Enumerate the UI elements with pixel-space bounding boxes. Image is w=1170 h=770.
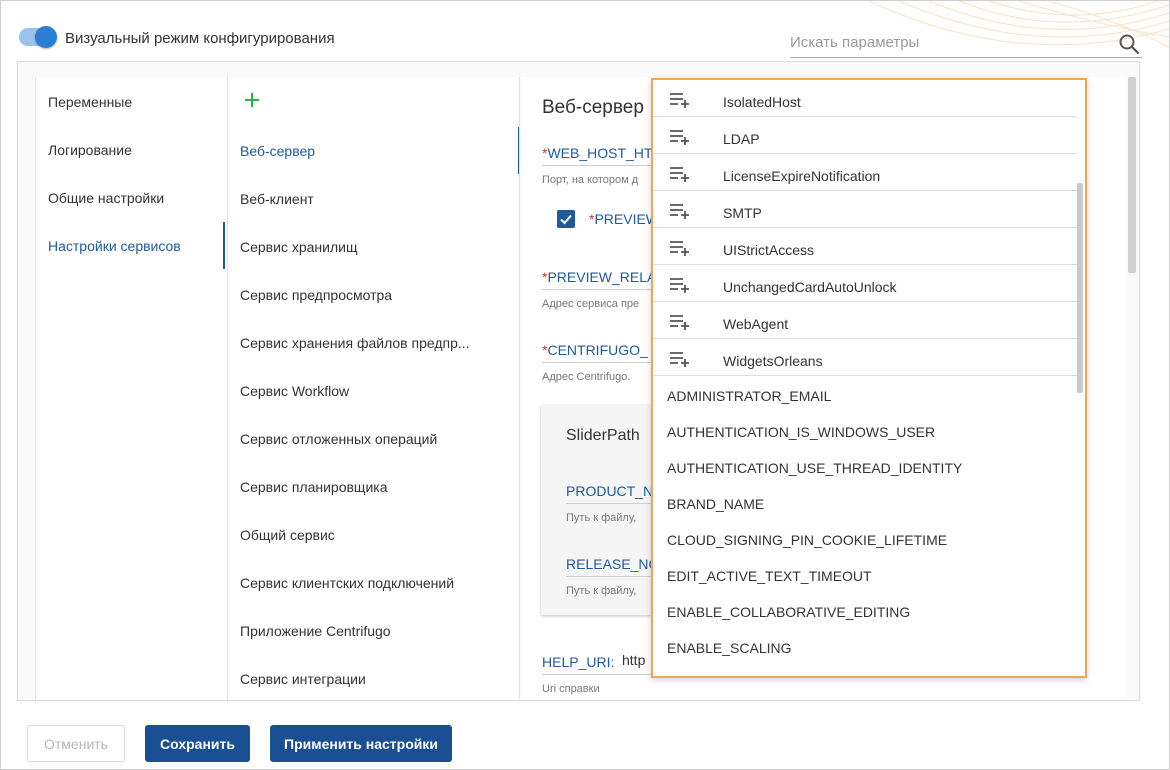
- dropdown-item-label: UnchangedCardAutoUnlock: [723, 279, 897, 295]
- service-item-client-connections[interactable]: Сервис клиентских подключений: [240, 575, 454, 591]
- param-description: Порт, на котором д: [542, 174, 639, 186]
- dropdown-item-label: UIStrictAccess: [723, 242, 815, 258]
- dropdown-param-item[interactable]: BRAND_NAME: [653, 486, 1077, 522]
- service-list: Веб-сервер Веб-клиент Сервис хранилищ Се…: [227, 77, 520, 699]
- search-field: [790, 28, 1142, 58]
- playlist-add-icon: [670, 167, 689, 182]
- playlist-add-icon: [670, 130, 689, 145]
- dropdown-param-item[interactable]: CLOUD_SIGNING_PIN_COOKIE_LIFETIME: [653, 522, 1077, 558]
- vertical-scrollbar[interactable]: [1128, 77, 1136, 273]
- dropdown-group-item[interactable]: SMTP: [653, 191, 1077, 228]
- active-indicator: [518, 127, 519, 174]
- search-input[interactable]: [790, 28, 1110, 56]
- dropdown-scrollbar[interactable]: [1077, 183, 1083, 393]
- dropdown-param-item[interactable]: ADMINISTRATOR_EMAIL: [653, 378, 1077, 414]
- visual-mode-label: Визуальный режим конфигурирования: [65, 30, 335, 47]
- playlist-add-icon: [670, 204, 689, 219]
- param-description: Адрес сервиса пре: [542, 298, 640, 310]
- parameter-dropdown: IsolatedHost LDAP LicenseExpireNotificat…: [651, 78, 1087, 678]
- dropdown-param-item[interactable]: AUTHENTICATION_IS_WINDOWS_USER: [653, 414, 1077, 450]
- param-release[interactable]: RELEASE_NO: [566, 556, 659, 572]
- category-item-services[interactable]: Настройки сервисов: [48, 238, 181, 254]
- playlist-add-icon: [670, 241, 689, 256]
- param-product[interactable]: PRODUCT_N: [566, 483, 653, 499]
- dropdown-item-label: LicenseExpireNotification: [723, 168, 881, 184]
- app-window: Визуальный режим конфигурирования Переме…: [0, 0, 1170, 770]
- card-title: SliderPath: [566, 427, 640, 444]
- service-item-preview[interactable]: Сервис предпросмотра: [240, 287, 392, 303]
- dropdown-item-label: ENABLE_SCALING: [667, 640, 792, 656]
- dropdown-param-item[interactable]: ENABLE_COLLABORATIVE_EDITING: [653, 594, 1077, 630]
- service-item-scheduler[interactable]: Сервис планировщика: [240, 479, 388, 495]
- param-preview[interactable]: *PREVIEW: [589, 211, 659, 227]
- dropdown-group-item[interactable]: UnchangedCardAutoUnlock: [653, 265, 1077, 302]
- dropdown-group-item[interactable]: IsolatedHost: [653, 80, 1077, 117]
- service-item-file-storage[interactable]: Сервис хранения файлов предпр...: [240, 335, 470, 351]
- preview-checkbox[interactable]: [557, 210, 575, 228]
- cancel-button[interactable]: Отменить: [27, 725, 125, 762]
- toggle-knob: [35, 26, 57, 48]
- category-list: Переменные Логирование Общие настройки Н…: [35, 77, 225, 699]
- section-title: Веб-сервер: [542, 97, 644, 118]
- dropdown-param-item[interactable]: ENABLE_SCALING: [653, 630, 1077, 666]
- add-icon[interactable]: [242, 90, 262, 110]
- dropdown-group-item[interactable]: LicenseExpireNotification: [653, 154, 1077, 191]
- param-description: Uri справки: [542, 683, 600, 695]
- apply-settings-button[interactable]: Применить настройки: [270, 725, 452, 762]
- playlist-add-icon: [670, 352, 689, 367]
- dropdown-item-label: ADMINISTRATOR_EMAIL: [667, 388, 832, 404]
- service-item-workflow[interactable]: Сервис Workflow: [240, 383, 349, 399]
- service-item-web-client[interactable]: Веб-клиент: [240, 191, 314, 207]
- dropdown-param-item[interactable]: EDIT_ACTIVE_TEXT_TIMEOUT: [653, 558, 1077, 594]
- dropdown-group-item[interactable]: WebAgent: [653, 302, 1077, 339]
- dropdown-item-label: ENABLE_COLLABORATIVE_EDITING: [667, 604, 911, 620]
- playlist-add-icon: [670, 93, 689, 108]
- service-item-integration[interactable]: Сервис интеграции: [240, 671, 366, 687]
- playlist-add-icon: [670, 278, 689, 293]
- param-help-uri[interactable]: HELP_URI:: [542, 654, 614, 670]
- param-description: Путь к файлу,: [566, 512, 637, 524]
- dropdown-item-label: AUTHENTICATION_IS_WINDOWS_USER: [667, 424, 936, 440]
- param-preview-relay[interactable]: *PREVIEW_RELA: [542, 269, 656, 285]
- dropdown-group-item[interactable]: LDAP: [653, 117, 1077, 154]
- category-item-logging[interactable]: Логирование: [48, 142, 132, 158]
- param-centrifugo[interactable]: *CENTRIFUGO_: [542, 342, 648, 358]
- service-item-deferred[interactable]: Сервис отложенных операций: [240, 431, 437, 447]
- save-button[interactable]: Сохранить: [145, 725, 250, 762]
- visual-mode-toggle[interactable]: [19, 26, 57, 48]
- playlist-add-icon: [670, 315, 689, 330]
- check-icon: [560, 214, 572, 225]
- dropdown-item-label: SMTP: [723, 205, 762, 221]
- service-item-common[interactable]: Общий сервис: [240, 527, 335, 543]
- search-icon[interactable]: [1118, 33, 1140, 55]
- service-item-centrifugo[interactable]: Приложение Centrifugo: [240, 623, 391, 639]
- dropdown-item-label: WidgetsOrleans: [723, 353, 823, 369]
- dropdown-item-label: WebAgent: [723, 316, 789, 332]
- service-item-web-server[interactable]: Веб-сервер: [240, 143, 315, 159]
- category-item-general[interactable]: Общие настройки: [48, 190, 164, 206]
- dropdown-item-label: EDIT_ACTIVE_TEXT_TIMEOUT: [667, 568, 872, 584]
- dropdown-group-item[interactable]: WidgetsOrleans: [653, 339, 1077, 376]
- dropdown-item-label: CLOUD_SIGNING_PIN_COOKIE_LIFETIME: [667, 532, 948, 548]
- param-description: Путь к файлу,: [566, 585, 637, 597]
- dropdown-param-item[interactable]: AUTHENTICATION_USE_THREAD_IDENTITY: [653, 450, 1077, 486]
- dropdown-group-item[interactable]: UIStrictAccess: [653, 228, 1077, 265]
- dropdown-item-label: IsolatedHost: [723, 94, 801, 110]
- dropdown-item-label: AUTHENTICATION_USE_THREAD_IDENTITY: [667, 460, 963, 476]
- service-item-storage[interactable]: Сервис хранилищ: [240, 239, 357, 255]
- dropdown-item-label: LDAP: [723, 131, 760, 147]
- param-web-host[interactable]: *WEB_HOST_HT: [542, 145, 652, 161]
- dropdown-item-label: BRAND_NAME: [667, 496, 765, 512]
- category-item-variables[interactable]: Переменные: [48, 94, 132, 110]
- active-indicator: [223, 222, 225, 269]
- param-description: Адрес Centrifugo.: [542, 371, 631, 383]
- help-uri-value[interactable]: http: [622, 652, 645, 668]
